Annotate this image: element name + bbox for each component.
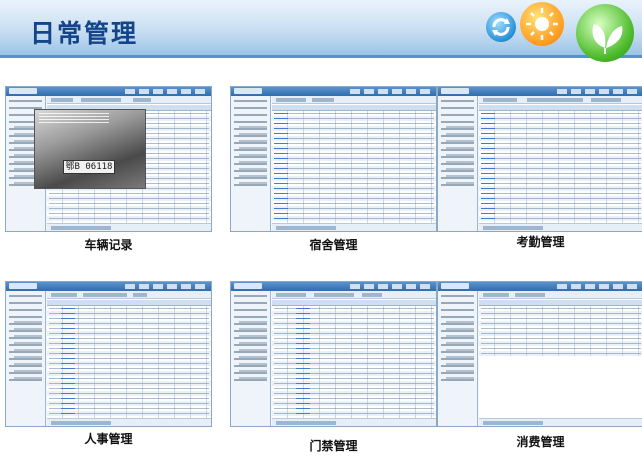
main-panel [479, 96, 642, 231]
sun-logo-icon [520, 2, 564, 46]
consumption-screenshot[interactable] [437, 281, 642, 427]
main-panel [272, 96, 436, 231]
module-caption-dormitory: 宿舍管理 [309, 238, 358, 252]
main-panel [479, 291, 642, 426]
page-title: 日常管理 [30, 19, 139, 48]
dormitory-screenshot[interactable] [230, 86, 437, 232]
personnel-screenshot[interactable] [5, 281, 212, 427]
leaf-logo-icon [576, 4, 634, 62]
module-caption-consumption: 消费管理 [516, 435, 565, 449]
module-caption-vehicle: 车辆记录 [84, 238, 133, 252]
nav-tree [231, 291, 271, 426]
module-caption-access: 门禁管理 [309, 439, 358, 453]
main-panel [47, 291, 211, 426]
nav-tree [438, 291, 478, 426]
access-control-screenshot[interactable] [230, 281, 437, 427]
page-header: 日常管理 [0, 0, 642, 62]
nav-tree [231, 96, 271, 231]
main-panel [272, 291, 436, 426]
nav-tree [6, 291, 46, 426]
refresh-logo-icon [486, 12, 516, 42]
app-title-bar [6, 87, 211, 96]
license-plate: 鄂B 06118 [63, 160, 115, 174]
vehicle-record-screenshot[interactable]: 鄂B 06118 [5, 86, 212, 232]
module-caption-personnel: 人事管理 [84, 432, 133, 446]
camera-snapshot: 鄂B 06118 [34, 109, 146, 189]
nav-tree [438, 96, 478, 231]
module-caption-attendance: 考勤管理 [516, 235, 565, 249]
attendance-screenshot[interactable] [437, 86, 642, 232]
